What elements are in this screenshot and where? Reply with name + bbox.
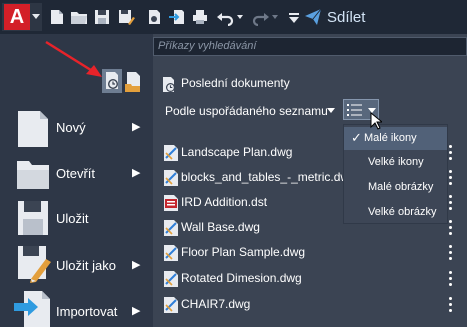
menu-item-label: Nový [56, 120, 86, 135]
save-as-icon[interactable] [117, 8, 135, 26]
mouse-cursor-icon [370, 112, 382, 130]
view-option-large-images[interactable]: Velké obrázky [344, 201, 447, 224]
recent-documents-title: Poslední dokumenty [181, 76, 290, 90]
file-name: Rotated Dimesion.dwg [181, 271, 302, 285]
sort-order-dropdown[interactable]: Podle uspořádaného seznamu [165, 104, 328, 118]
new-icon[interactable] [48, 8, 66, 26]
file-name: Floor Plan Sample.dwg [181, 245, 306, 259]
customize-icon[interactable] [285, 8, 303, 26]
view-option-label: Malé obrázky [368, 181, 434, 193]
import-icon[interactable] [168, 8, 186, 26]
open-icon[interactable] [70, 8, 88, 26]
chevron-down-icon [32, 14, 40, 19]
folder-icon [17, 161, 49, 189]
recent-file-row[interactable]: CHAIR7.dwg [160, 294, 460, 316]
share-icon [305, 8, 322, 25]
dwg-file-icon [164, 220, 178, 236]
more-options-icon[interactable] [449, 220, 453, 236]
import-icon [14, 291, 50, 327]
menu-item-label: Uložit [56, 211, 89, 226]
recent-file-row[interactable]: Rotated Dimesion.dwg [160, 268, 460, 290]
chevron-right-icon: ▶ [132, 121, 141, 133]
chevron-right-icon: ▶ [132, 259, 141, 271]
floppy-icon [18, 201, 48, 235]
menu-item-new[interactable]: Nový ▶ [0, 106, 153, 150]
menu-item-import[interactable]: Importovat ▶ [0, 288, 153, 327]
open-documents-icon[interactable] [124, 69, 144, 93]
undo-icon[interactable] [216, 8, 234, 26]
more-options-icon[interactable] [449, 145, 453, 161]
menu-item-save-as[interactable]: Uložit jako ▶ [0, 243, 153, 287]
more-options-icon[interactable] [449, 170, 453, 186]
recent-documents-icon[interactable] [102, 69, 122, 93]
dwg-file-icon [164, 245, 178, 261]
share-button[interactable]: Sdílet [304, 6, 365, 28]
dwg-file-icon [164, 271, 178, 287]
open-web-icon[interactable] [145, 8, 163, 26]
annotation-arrow [45, 40, 102, 77]
menu-item-label: Otevřít [56, 166, 96, 181]
search-input[interactable]: Příkazy vyhledávání [153, 37, 467, 56]
dwg-file-icon [164, 145, 178, 161]
file-name: blocks_and_tables_-_metric.dwg [181, 170, 356, 184]
dst-file-icon [164, 195, 178, 211]
redo-icon[interactable] [252, 8, 270, 26]
menu-item-label: Importovat [56, 304, 118, 319]
app-logo: A [4, 4, 30, 30]
menu-item-save[interactable]: Uložit [0, 196, 153, 240]
list-view-icon [347, 104, 362, 116]
share-label: Sdílet [327, 8, 366, 26]
more-options-icon[interactable] [449, 271, 453, 287]
save-as-floppy-icon [18, 246, 51, 283]
checkmark-icon: ✓ [351, 130, 362, 145]
undo-dropdown-icon[interactable] [237, 15, 243, 19]
save-icon[interactable] [93, 8, 111, 26]
view-option-label: Malé ikony [364, 132, 417, 144]
new-document-icon [18, 111, 48, 147]
view-mode-dropdown: ✓ Malé ikony Velké ikony Malé obrázky Ve… [343, 124, 448, 224]
menu-item-open[interactable]: Otevřít ▶ [0, 152, 153, 196]
quick-access-toolbar: A Sdílet [0, 0, 467, 34]
application-menu-button[interactable]: A [2, 3, 42, 31]
dwg-file-icon [164, 170, 178, 186]
file-name: Landscape Plan.dwg [181, 145, 293, 159]
plot-icon[interactable] [191, 8, 209, 26]
recent-documents-header-icon [163, 77, 175, 92]
dwg-file-icon [164, 297, 178, 313]
view-option-small-icons[interactable]: ✓ Malé ikony [344, 127, 447, 150]
view-option-large-icons[interactable]: Velké ikony [344, 151, 447, 174]
view-option-small-images[interactable]: Malé obrázky [344, 176, 447, 199]
menu-item-label: Uložit jako [56, 258, 116, 273]
more-options-icon[interactable] [449, 245, 453, 261]
file-name: Wall Base.dwg [181, 220, 260, 234]
chevron-down-icon[interactable] [327, 108, 335, 113]
file-name: CHAIR7.dwg [181, 297, 251, 311]
more-options-icon[interactable] [449, 195, 453, 211]
recent-file-row[interactable]: Floor Plan Sample.dwg [160, 242, 460, 264]
chevron-right-icon: ▶ [132, 167, 141, 179]
search-placeholder: Příkazy vyhledávání [158, 40, 257, 52]
view-option-label: Velké obrázky [368, 206, 437, 218]
more-options-icon[interactable] [449, 297, 453, 313]
view-option-label: Velké ikony [368, 156, 424, 168]
redo-dropdown-icon[interactable] [272, 15, 278, 19]
chevron-right-icon: ▶ [132, 305, 141, 317]
file-name: IRD Addition.dst [181, 195, 268, 209]
